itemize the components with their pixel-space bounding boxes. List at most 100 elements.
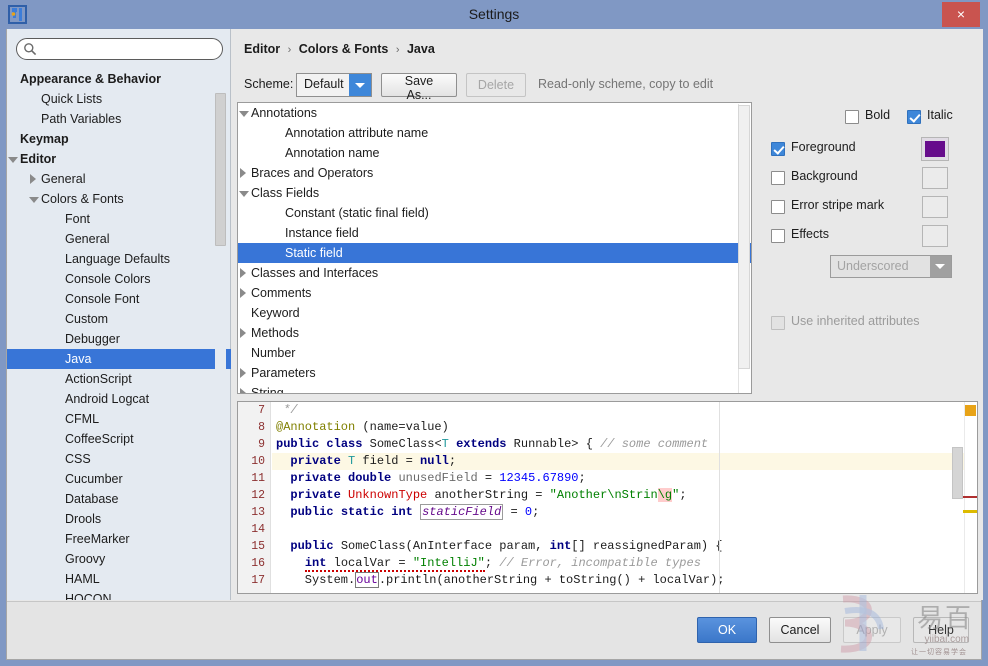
color-tree-scrollbar-thumb[interactable]	[738, 105, 750, 369]
close-icon[interactable]: ×	[942, 2, 980, 27]
sidebar-scrollbar-thumb[interactable]	[215, 93, 226, 246]
sidebar-item-freemarker[interactable]: FreeMarker	[7, 529, 231, 549]
cancel-button[interactable]: Cancel	[769, 617, 831, 643]
sidebar-item-haml[interactable]: HAML	[7, 569, 231, 589]
color-tree-item-instance-field[interactable]: Instance field	[238, 223, 751, 243]
sidebar-item-label: Appearance & Behavior	[20, 72, 162, 86]
color-tree-item-keyword[interactable]: Keyword	[238, 303, 751, 323]
sidebar-item-colors-fonts[interactable]: Colors & Fonts	[7, 189, 231, 209]
editor-code[interactable]: */ @Annotation (name=value) public class…	[272, 402, 977, 593]
chevron-right-icon[interactable]	[238, 368, 249, 379]
sidebar-item-console-colors[interactable]: Console Colors	[7, 269, 231, 289]
save-as-button[interactable]: Save As...	[381, 73, 457, 102]
sidebar-item-database[interactable]: Database	[7, 489, 231, 509]
color-tree-item-comments[interactable]: Comments	[238, 283, 751, 303]
italic-checkbox[interactable]	[907, 110, 921, 124]
chevron-down-icon	[930, 256, 951, 277]
color-tree-item-methods[interactable]: Methods	[238, 323, 751, 343]
sidebar-item-java[interactable]: Java	[7, 349, 231, 369]
sidebar-item-actionscript[interactable]: ActionScript	[7, 369, 231, 389]
code-preview[interactable]: 7 8 9 10 11 12 13 14 15 16 17 */ @Annotation (name…	[237, 401, 978, 594]
color-settings-tree[interactable]: Annotations Annotation attribute name Anno…	[237, 102, 752, 394]
color-tree-item-constant-static-final-field[interactable]: Constant (static final field)	[238, 203, 751, 223]
ok-button[interactable]: OK	[697, 617, 757, 643]
chevron-right-icon[interactable]	[238, 288, 249, 299]
effects-color-swatch[interactable]	[922, 225, 948, 247]
sidebar-item-font[interactable]: Font	[7, 209, 231, 229]
color-tree-item-annotations[interactable]: Annotations	[238, 103, 751, 123]
breadcrumb-part-colors-fonts[interactable]: Colors & Fonts	[299, 42, 389, 56]
background-color-swatch[interactable]	[922, 167, 948, 189]
chevron-right-icon[interactable]	[238, 328, 249, 339]
chevron-right-icon[interactable]	[238, 388, 249, 393]
chevron-down-icon[interactable]	[7, 154, 18, 165]
color-tree-item-parameters[interactable]: Parameters	[238, 363, 751, 383]
scheme-label: Scheme:	[244, 77, 294, 91]
color-tree-item-annotation-name[interactable]: Annotation name	[238, 143, 751, 163]
chevron-down-icon[interactable]	[238, 108, 249, 119]
scheme-select[interactable]: Default	[296, 73, 372, 97]
chevron-right-icon[interactable]	[238, 168, 249, 179]
sidebar-item-console-font[interactable]: Console Font	[7, 289, 231, 309]
error-stripe-marker-warning[interactable]	[963, 510, 977, 513]
color-tree-item-string[interactable]: String	[238, 383, 751, 393]
sidebar-item-editor[interactable]: Editor	[7, 149, 231, 169]
sidebar-item-path-variables[interactable]: Path Variables	[7, 109, 231, 129]
sidebar-item-android-logcat[interactable]: Android Logcat	[7, 389, 231, 409]
error-stripe-checkbox[interactable]	[771, 200, 785, 214]
sidebar-item-appearance-behavior[interactable]: Appearance & Behavior	[7, 69, 231, 89]
foreground-color-swatch[interactable]	[921, 137, 949, 161]
sidebar-item-general[interactable]: General	[7, 229, 231, 249]
sidebar-item-groovy[interactable]: Groovy	[7, 549, 231, 569]
color-tree-item-classes-and-interfaces[interactable]: Classes and Interfaces	[238, 263, 751, 283]
foreground-checkbox[interactable]	[771, 142, 785, 156]
color-tree-item-static-field[interactable]: Static field	[238, 243, 751, 263]
sidebar-item-drools[interactable]: Drools	[7, 509, 231, 529]
sidebar-item-debugger[interactable]: Debugger	[7, 329, 231, 349]
color-tree-item-braces-and-operators[interactable]: Braces and Operators	[238, 163, 751, 183]
chevron-right-icon[interactable]	[238, 268, 249, 279]
sidebar-item-keymap[interactable]: Keymap	[7, 129, 231, 149]
breadcrumb-part-editor[interactable]: Editor	[244, 42, 280, 56]
sidebar-tree[interactable]: Appearance & Behavior Quick Lists Path Var…	[7, 69, 231, 600]
sidebar-item-css[interactable]: CSS	[7, 449, 231, 469]
help-button[interactable]: Help	[913, 617, 969, 643]
color-tree-item-label: Annotation name	[285, 146, 380, 160]
color-tree-item-annotation-attribute-name[interactable]: Annotation attribute name	[238, 123, 751, 143]
chevron-down-icon[interactable]	[349, 74, 371, 96]
effects-checkbox[interactable]	[771, 229, 785, 243]
chevron-right-icon[interactable]	[28, 174, 39, 185]
sidebar-item-language-defaults[interactable]: Language Defaults	[7, 249, 231, 269]
sidebar-item-custom[interactable]: Custom	[7, 309, 231, 329]
breadcrumb-part-java[interactable]: Java	[407, 42, 435, 56]
error-stripe-marker-error[interactable]	[963, 496, 977, 498]
inspection-status-icon[interactable]	[965, 405, 976, 416]
sidebar-item-coffeescript[interactable]: CoffeeScript	[7, 429, 231, 449]
error-stripe-color-swatch[interactable]	[922, 196, 948, 218]
color-tree-item-label: Braces and Operators	[251, 166, 374, 180]
sidebar-item-quick-lists[interactable]: Quick Lists	[7, 89, 231, 109]
color-tree-item-number[interactable]: Number	[238, 343, 751, 363]
sidebar-item-cfml[interactable]: CFML	[7, 409, 231, 429]
window-title: Settings	[468, 6, 520, 22]
background-checkbox[interactable]	[771, 171, 785, 185]
sidebar-item-cucumber[interactable]: Cucumber	[7, 469, 231, 489]
line-number: 16	[251, 557, 265, 570]
chevron-down-icon[interactable]	[28, 194, 39, 205]
watermark-tagline: 让一切容易学会	[911, 649, 967, 656]
sidebar-item-hocon[interactable]: HOCON	[7, 589, 231, 600]
bold-checkbox[interactable]	[845, 110, 859, 124]
sidebar-item-label: Drools	[65, 512, 102, 526]
sidebar-item-general[interactable]: General	[7, 169, 231, 189]
preview-scrollbar-thumb[interactable]	[952, 447, 963, 499]
search-box[interactable]	[16, 38, 223, 60]
chevron-down-icon[interactable]	[238, 188, 249, 199]
color-tree-item-class-fields[interactable]: Class Fields	[238, 183, 751, 203]
search-input[interactable]	[16, 38, 223, 60]
